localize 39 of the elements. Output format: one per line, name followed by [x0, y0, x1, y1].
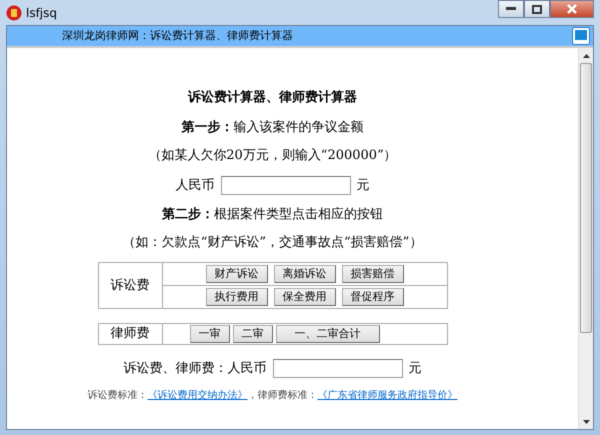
category-label: 律师费	[110, 326, 150, 341]
scroll-up-icon[interactable]	[582, 54, 590, 58]
currency-label: 人民币	[176, 178, 214, 194]
window-icon[interactable]	[572, 27, 590, 45]
fee-button[interactable]: 离婚诉讼	[274, 265, 336, 283]
step-instruction: 第一步：输入该案件的争议金额	[182, 120, 364, 136]
maximize-icon	[532, 4, 542, 14]
unit-label: 元	[408, 360, 422, 376]
minimize-icon	[506, 7, 516, 11]
footer-label: ，律师费标准：	[248, 390, 318, 401]
fee-button[interactable]: 损害赔偿	[342, 265, 404, 283]
fee-button[interactable]: 一、二审合计	[276, 325, 380, 343]
fee-button[interactable]: 财产诉讼	[206, 265, 268, 283]
result-field[interactable]	[272, 359, 402, 378]
fee-button[interactable]: 一审	[190, 325, 230, 343]
app-logo-icon	[6, 4, 22, 20]
footer-label: 诉讼费标准：	[88, 390, 148, 401]
close-button[interactable]	[550, 0, 594, 18]
scrollbar-thumb[interactable]	[580, 63, 592, 333]
fee-button[interactable]: 二审	[232, 325, 272, 343]
example-text: （如某人欠你20万元，则输入“200000”）	[148, 148, 397, 164]
maximize-button[interactable]	[524, 0, 550, 18]
category-label: 诉讼费	[110, 278, 150, 292]
calculator-heading: 诉讼费计算器、律师费计算器	[188, 90, 357, 106]
window-title: lsfjsq	[26, 4, 58, 22]
minimize-button[interactable]	[498, 0, 524, 18]
scroll-down-icon[interactable]	[582, 420, 590, 424]
example-text: （如：欠款点“财产诉讼”，交通事故点“损害赔偿”）	[122, 235, 422, 251]
standard-link[interactable]: 《广东省律师服务政府指导价》	[318, 390, 458, 401]
fee-button[interactable]: 执行费用	[206, 288, 268, 306]
close-icon	[567, 4, 577, 14]
fee-button[interactable]: 督促程序	[342, 288, 404, 306]
header-title: 深圳龙岗律师网：诉讼费计算器、律师费计算器	[62, 28, 293, 44]
result-label: 诉讼费、律师费：人民币	[124, 360, 266, 376]
amount-input-field[interactable]	[220, 176, 350, 195]
standard-link[interactable]: 《诉讼费用交纳办法》	[148, 390, 248, 401]
fee-button[interactable]: 保全费用	[274, 288, 336, 306]
step-instruction: 第二步：根据案件类型点击相应的按钮	[162, 207, 383, 223]
unit-label: 元	[356, 178, 370, 194]
